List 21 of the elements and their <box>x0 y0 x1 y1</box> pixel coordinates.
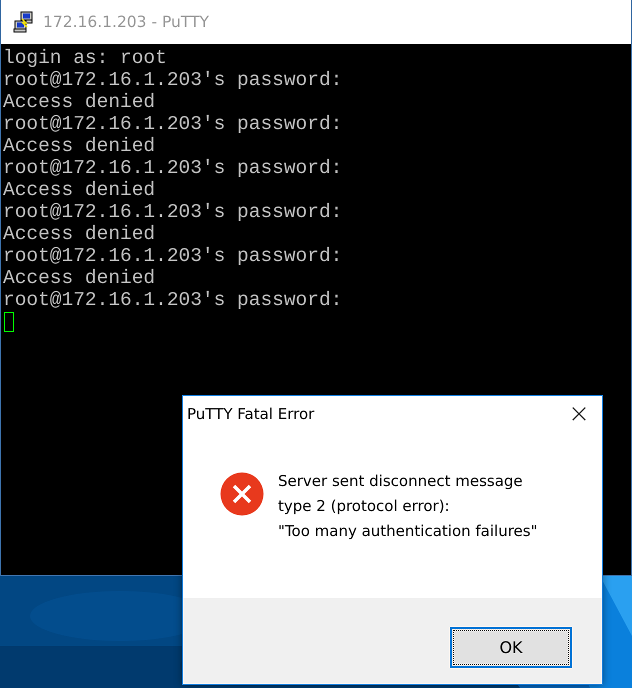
close-button[interactable]: × <box>556 397 602 431</box>
terminal-line: root@172.16.1.203's password: <box>3 245 344 267</box>
terminal-line: root@172.16.1.203's password: <box>3 201 344 223</box>
terminal-line: Access denied <box>3 223 156 245</box>
ok-button[interactable]: OK <box>450 626 572 668</box>
terminal-line: root@172.16.1.203's password: <box>3 69 344 91</box>
error-message: "Too many authentication failures" <box>278 521 538 542</box>
terminal-line: login as: root <box>3 47 168 69</box>
error-icon <box>220 472 264 516</box>
window-title: 172.16.1.203 - PuTTY <box>43 13 210 31</box>
computers-icon <box>13 11 35 33</box>
terminal-line: root@172.16.1.203's password: <box>3 113 344 135</box>
error-message: type 2 (protocol error): <box>278 496 451 517</box>
terminal-line: Access denied <box>3 267 156 289</box>
terminal-line: Access denied <box>3 91 156 113</box>
error-message: Server sent disconnect message <box>278 471 524 492</box>
terminal-line: Access denied <box>3 179 156 201</box>
terminal-line: root@172.16.1.203's password: <box>3 289 344 311</box>
terminal-line: Access denied <box>3 135 156 157</box>
terminal-line: root@172.16.1.203's password: <box>3 157 344 179</box>
dialog-title: PuTTY Fatal Error <box>187 405 314 423</box>
